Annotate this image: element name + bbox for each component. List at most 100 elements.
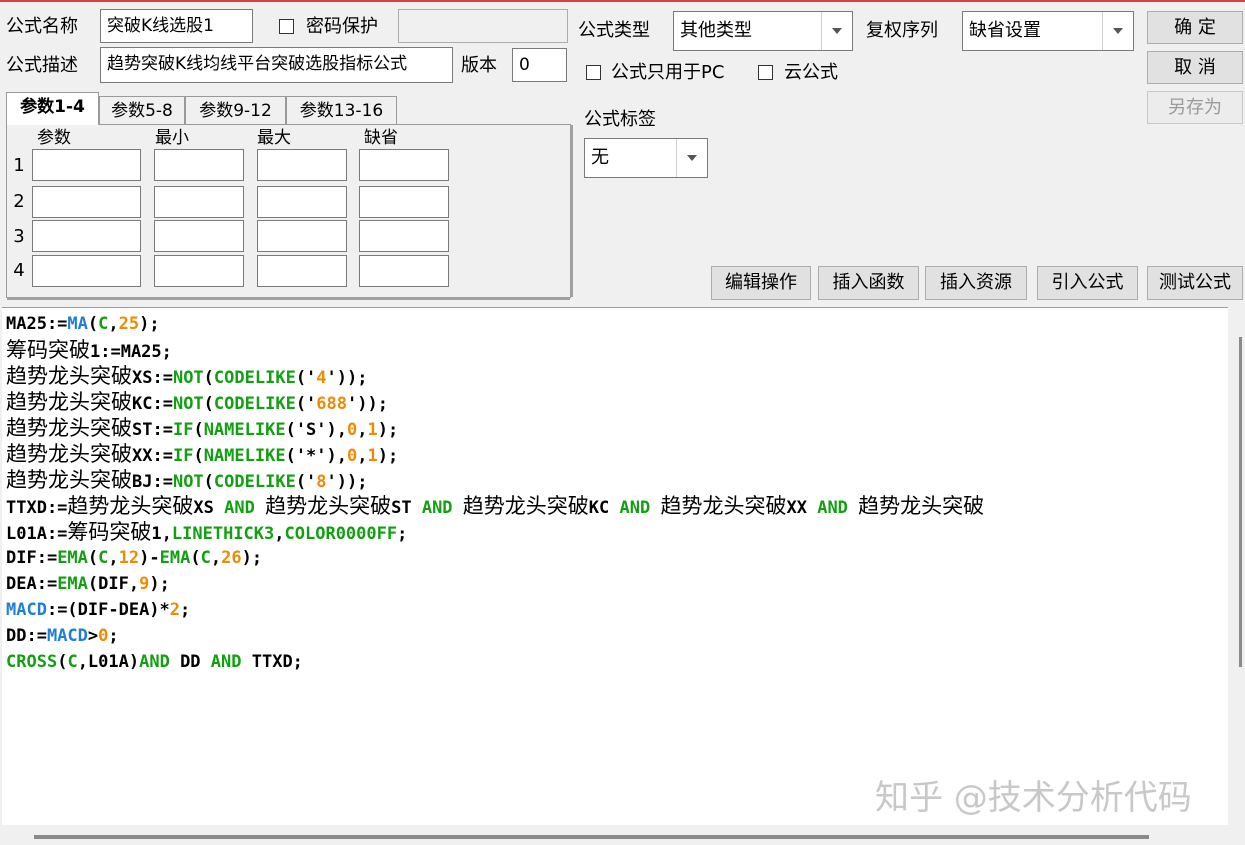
code-line: MA25:=MA(C,25);	[2, 311, 1228, 337]
code-function-token: CODELIKE	[213, 368, 296, 388]
param-row-number: 2	[13, 191, 25, 212]
pc-only-checkbox[interactable]	[586, 65, 601, 80]
code-function-token: EMA	[57, 574, 88, 594]
code-function-token: COLOR0000FF	[284, 524, 398, 544]
password-input[interactable]	[398, 9, 568, 43]
code-editor[interactable]: MA25:=MA(C,25); 筹码突破1:=MA25; 趋势龙头突破XS:=NOT…	[2, 307, 1228, 826]
code-macd-token: MACD	[46, 626, 88, 646]
param-max-cell[interactable]	[257, 220, 347, 252]
code-number-token: 0	[347, 446, 358, 466]
code-chinese-token: 趋势龙头突破	[660, 494, 787, 518]
code-token: '));	[326, 472, 368, 492]
param-row-number: 1	[13, 155, 25, 176]
cloud-formula-checkbox[interactable]	[758, 65, 773, 80]
code-number-token: 1	[367, 446, 378, 466]
code-macd-token: MA	[67, 314, 88, 334]
param-max-cell[interactable]	[257, 149, 347, 181]
param-default-cell[interactable]	[359, 186, 449, 218]
code-token: (	[193, 446, 204, 466]
tab-params-1-4[interactable]: 参数1-4	[6, 92, 99, 125]
param-name-cell[interactable]	[32, 149, 141, 181]
formula-desc-label: 公式描述	[6, 55, 78, 76]
fq-series-label: 复权序列	[866, 20, 938, 41]
code-token: DD:=	[6, 626, 47, 646]
param-default-cell[interactable]	[359, 255, 449, 287]
code-token: DIF:=	[6, 548, 58, 568]
formula-name-input[interactable]: 突破K线选股1	[100, 9, 253, 43]
code-function-token: IF	[172, 446, 194, 466]
version-input[interactable]: 0	[512, 48, 567, 82]
window-top-border	[0, 0, 1245, 2]
param-name-cell[interactable]	[32, 186, 141, 218]
insert-function-button[interactable]: 插入函数	[818, 266, 919, 300]
code-token: ,	[108, 548, 119, 568]
param-row-number: 4	[13, 260, 25, 281]
save-as-button[interactable]: 另存为	[1147, 91, 1243, 124]
param-col-header-max: 最大	[257, 128, 291, 148]
code-chinese-token: 趋势龙头突破	[858, 494, 985, 518]
formula-tag-select[interactable]: 无	[584, 138, 708, 178]
code-token: XS:=	[132, 368, 173, 388]
password-checkbox[interactable]	[279, 19, 294, 34]
tab-params-9-12[interactable]: 参数9-12	[185, 96, 286, 125]
code-token: :=(DIF-DEA)*	[46, 600, 170, 620]
code-token: (	[87, 314, 99, 334]
code-function-token: CODELIKE	[213, 394, 296, 414]
param-name-cell[interactable]	[32, 255, 141, 287]
code-number-token: 25	[118, 314, 140, 334]
edit-operations-button[interactable]: 编辑操作	[711, 266, 811, 300]
horizontal-scrollbar-thumb[interactable]	[34, 835, 1149, 839]
code-function-token: C	[98, 314, 109, 334]
formula-name-label: 公式名称	[6, 16, 78, 37]
code-number-token: 688	[316, 394, 348, 414]
code-token: MA25:=	[6, 314, 68, 334]
import-formula-button[interactable]: 引入公式	[1037, 266, 1138, 300]
ok-button[interactable]: 确 定	[1147, 11, 1243, 44]
param-default-cell[interactable]	[359, 220, 449, 252]
code-line: DD:=MACD>0;	[2, 623, 1228, 649]
fq-series-select[interactable]: 缺省设置	[962, 11, 1134, 51]
chevron-down-icon	[687, 155, 697, 161]
code-token: )-	[139, 548, 160, 568]
param-max-cell[interactable]	[257, 186, 347, 218]
pc-only-label: 公式只用于PC	[611, 62, 725, 83]
tab-params-13-16[interactable]: 参数13-16	[286, 96, 397, 125]
code-line: CROSS(C,L01A)AND DD AND TTXD;	[2, 649, 1228, 675]
formula-desc-input[interactable]: 趋势突破K线均线平台突破选股指标公式	[100, 47, 453, 83]
test-formula-button[interactable]: 测试公式	[1147, 266, 1243, 300]
tab-params-5-8[interactable]: 参数5-8	[99, 96, 185, 125]
cancel-button[interactable]: 取 消	[1147, 51, 1243, 84]
code-macd-token: MACD	[6, 600, 47, 620]
code-function-token: EMA	[57, 548, 88, 568]
code-token: ('	[295, 394, 317, 414]
param-min-cell[interactable]	[154, 220, 244, 252]
code-function-token: CODELIKE	[213, 472, 296, 492]
code-line: DEA:=EMA(DIF,9);	[2, 571, 1228, 597]
vertical-scrollbar[interactable]	[1228, 307, 1245, 825]
code-token: BJ:=	[132, 472, 173, 492]
code-function-token: NOT	[172, 394, 204, 414]
param-max-cell[interactable]	[257, 255, 347, 287]
param-default-cell[interactable]	[359, 149, 449, 181]
insert-resource-button[interactable]: 插入资源	[925, 266, 1027, 300]
param-min-cell[interactable]	[154, 255, 244, 287]
code-function-token: AND	[139, 652, 170, 672]
code-function-token: C	[67, 652, 78, 672]
horizontal-scrollbar[interactable]	[0, 825, 1245, 845]
code-token: ,	[108, 314, 119, 334]
param-min-cell[interactable]	[154, 186, 244, 218]
code-line: TTXD:=趋势龙头突破XS AND 趋势龙头突破ST AND 趋势龙头突破KC…	[2, 493, 1228, 519]
param-name-cell[interactable]	[32, 220, 141, 252]
code-token: ;	[180, 600, 191, 620]
code-chinese-token: 筹码突破	[67, 520, 152, 544]
code-token: );	[241, 548, 263, 568]
vertical-scrollbar-thumb[interactable]	[1239, 337, 1242, 667]
code-line: DIF:=EMA(C,12)-EMA(C,26);	[2, 545, 1228, 571]
formula-tag-label: 公式标签	[584, 109, 656, 130]
code-number-token: 26	[221, 548, 242, 568]
param-min-cell[interactable]	[154, 149, 244, 181]
formula-type-select[interactable]: 其他类型	[673, 11, 853, 51]
code-number-token: 0	[98, 626, 109, 646]
